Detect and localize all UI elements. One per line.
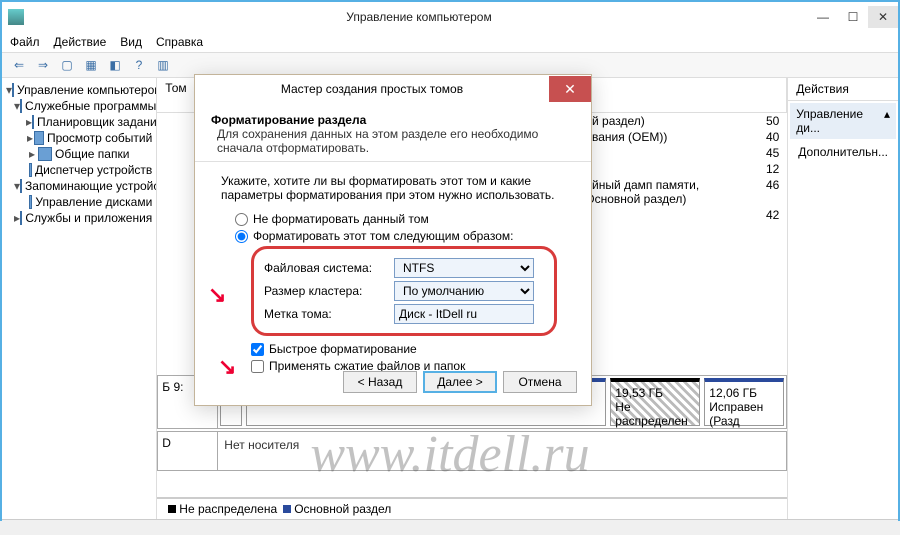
radio-format[interactable]: Форматировать этот том следующим образом… xyxy=(235,229,551,243)
tree-storage[interactable]: ▾Запоминающие устройств xyxy=(4,178,154,194)
legend-swatch-primary xyxy=(283,505,291,513)
close-button[interactable]: ✕ xyxy=(868,6,898,28)
wizard-titlebar: Мастер создания простых томов ✕ xyxy=(195,75,591,103)
menu-action[interactable]: Действие xyxy=(54,35,107,49)
quick-format-checkbox[interactable] xyxy=(251,343,264,356)
back-icon[interactable]: ⇐ xyxy=(8,54,30,76)
scrollbar-horizontal[interactable] xyxy=(2,519,898,535)
wizard-heading: Форматирование раздела xyxy=(211,113,575,127)
disk-header: D xyxy=(158,432,218,470)
wizard-title-text: Мастер создания простых томов xyxy=(195,82,549,96)
fs-label: Файловая система: xyxy=(264,261,394,275)
fs-select[interactable]: NTFS xyxy=(394,258,534,278)
tree-disk-management[interactable]: Управление дисками xyxy=(4,194,154,210)
window-title: Управление компьютером xyxy=(30,10,808,24)
wizard-close-button[interactable]: ✕ xyxy=(549,76,591,102)
wizard-header: Форматирование раздела Для сохранения да… xyxy=(195,103,591,162)
minimize-button[interactable]: — xyxy=(808,6,838,28)
tree-shared-folders[interactable]: ▸Общие папки xyxy=(4,146,154,162)
back-button[interactable]: < Назад xyxy=(343,371,417,393)
legend: Не распределена Основной раздел xyxy=(157,497,787,519)
tree-device-manager[interactable]: Диспетчер устройств xyxy=(4,162,154,178)
up-icon[interactable]: ▢ xyxy=(56,54,78,76)
tree-root[interactable]: ▾Управление компьютером ( xyxy=(4,82,154,98)
quick-format-row[interactable]: Быстрое форматирование xyxy=(251,342,535,356)
maximize-button[interactable]: ☐ xyxy=(838,6,868,28)
menu-file[interactable]: Файл xyxy=(10,35,40,49)
refresh-icon[interactable]: ▦ xyxy=(80,54,102,76)
radio-no-format-input[interactable] xyxy=(235,213,248,226)
format-options-outline: Файловая система: NTFS Размер кластера: … xyxy=(251,246,557,336)
compress-checkbox[interactable] xyxy=(251,360,264,373)
next-button[interactable]: Далее > xyxy=(423,371,497,393)
cancel-button[interactable]: Отмена xyxy=(503,371,577,393)
tree-system-tools[interactable]: ▾Служебные программы xyxy=(4,98,154,114)
annotation-arrow-icon: ↘ xyxy=(218,354,236,380)
titlebar: Управление компьютером — ☐ ✕ xyxy=(2,2,898,32)
actions-panel: Действия Управление ди...▴ Дополнительн.… xyxy=(788,78,898,519)
legend-swatch-unallocated xyxy=(168,505,176,513)
partition[interactable]: 12,06 ГБИсправен (Разд xyxy=(704,378,784,426)
cluster-select[interactable]: По умолчанию xyxy=(394,281,534,301)
cluster-label: Размер кластера: xyxy=(264,284,394,298)
actions-item-diskmgmt[interactable]: Управление ди...▴ xyxy=(790,103,896,139)
chevron-up-icon: ▴ xyxy=(884,107,890,135)
wizard-prompt: Укажите, хотите ли вы форматировать этот… xyxy=(221,174,565,202)
volume-name-input[interactable] xyxy=(394,304,534,324)
tree-event-viewer[interactable]: ▸Просмотр событий xyxy=(4,130,154,146)
help-icon[interactable]: ? xyxy=(128,54,150,76)
app-icon xyxy=(8,9,24,25)
radio-no-format[interactable]: Не форматировать данный том xyxy=(235,212,551,226)
actions-title: Действия xyxy=(788,78,898,101)
menu-help[interactable]: Справка xyxy=(156,35,203,49)
simple-volume-wizard: Мастер создания простых томов ✕ Форматир… xyxy=(194,74,592,406)
actions-item-more[interactable]: Дополнительн... xyxy=(788,141,898,163)
tree-services-apps[interactable]: ▸Службы и приложения xyxy=(4,210,154,226)
radio-format-input[interactable] xyxy=(235,230,248,243)
tool-icon[interactable]: ▥ xyxy=(152,54,174,76)
no-media-label: Нет носителя xyxy=(218,432,305,470)
properties-icon[interactable]: ◧ xyxy=(104,54,126,76)
annotation-arrow-icon: ↘ xyxy=(208,282,226,308)
disk-row[interactable]: D Нет носителя xyxy=(157,431,787,471)
volume-name-label: Метка тома: xyxy=(264,307,394,321)
tree-scheduler[interactable]: ▸Планировщик заданий xyxy=(4,114,154,130)
partition-unallocated[interactable]: 19,53 ГБНе распределен xyxy=(610,378,700,426)
nav-tree: ▾Управление компьютером ( ▾Служебные про… xyxy=(2,78,157,519)
menu-view[interactable]: Вид xyxy=(120,35,142,49)
wizard-subheading: Для сохранения данных на этом разделе ег… xyxy=(211,127,575,155)
menubar: Файл Действие Вид Справка xyxy=(2,32,898,52)
forward-icon[interactable]: ⇒ xyxy=(32,54,54,76)
